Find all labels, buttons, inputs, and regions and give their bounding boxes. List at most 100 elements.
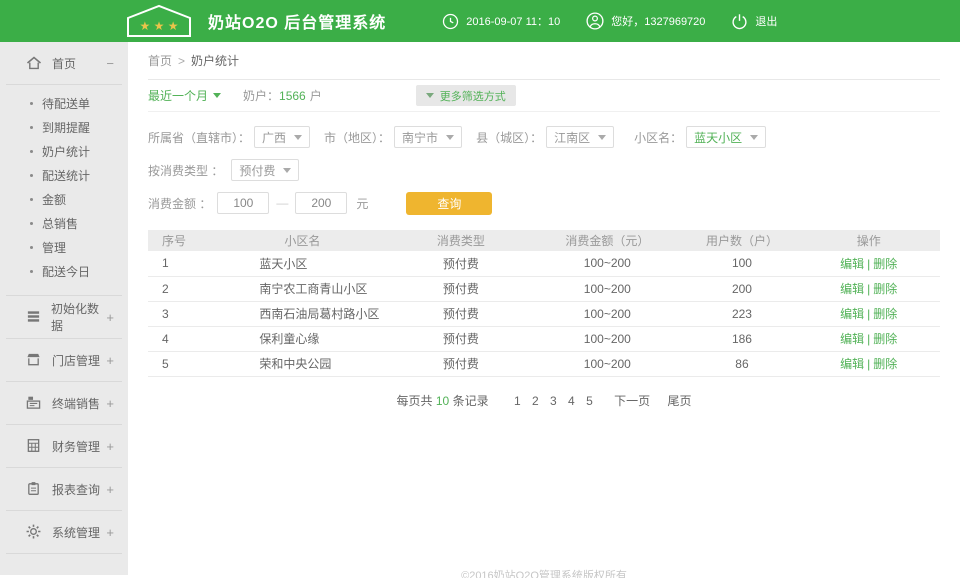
cell-community: 荣和中央公园 <box>211 351 393 376</box>
action-separator: | <box>867 257 870 271</box>
delete-link[interactable]: 删除 <box>873 332 897 346</box>
sidebar-item-label: 管理 <box>42 239 66 256</box>
breadcrumb-home[interactable]: 首页 <box>148 52 172 69</box>
search-button[interactable]: 查询 <box>406 192 492 215</box>
cell-consume-type: 预付费 <box>394 326 529 351</box>
sidebar-item-label: 配送统计 <box>42 167 90 184</box>
brand-logo-icon: ★ ★ ★ <box>124 3 194 39</box>
col-header-amount: 消费金额（元） <box>528 230 686 251</box>
sidebar-item-label: 待配送单 <box>42 95 90 112</box>
expand-toggle-icon[interactable]: + <box>106 396 114 411</box>
delete-link[interactable]: 删除 <box>873 282 897 296</box>
cell-amount: 100~200 <box>528 251 686 276</box>
collapse-toggle-icon[interactable]: − <box>106 56 114 71</box>
expand-toggle-icon[interactable]: + <box>106 525 114 540</box>
delete-link[interactable]: 删除 <box>873 307 897 321</box>
greeting-text: 您好，1327969720 <box>611 13 705 29</box>
action-separator: | <box>867 307 870 321</box>
province-select[interactable]: 广西 <box>254 126 310 148</box>
sidebar-item-management[interactable]: 管理 <box>0 235 128 259</box>
period-dropdown[interactable]: 最近一个月 <box>148 87 221 104</box>
sidebar-item-amount[interactable]: 金额 <box>0 187 128 211</box>
breadcrumb-current: 奶户统计 <box>191 52 239 69</box>
last-page-button[interactable]: 尾页 <box>667 394 691 408</box>
cell-index: 5 <box>148 351 211 376</box>
logout-button[interactable]: 退出 <box>731 13 777 30</box>
clock-icon <box>442 13 459 30</box>
sidebar-group-report-query[interactable]: 报表查询 + <box>0 468 128 510</box>
cell-community: 蓝天小区 <box>211 251 393 276</box>
sidebar-item-milk-user-stats[interactable]: 奶户统计 <box>0 139 128 163</box>
delete-link[interactable]: 删除 <box>873 257 897 271</box>
home-icon <box>26 55 42 71</box>
sidebar-group-system-management[interactable]: 系统管理 + <box>0 511 128 553</box>
sidebar-item-pending-delivery[interactable]: 待配送单 <box>0 91 128 115</box>
bullet-icon <box>30 198 33 201</box>
chevron-down-icon <box>598 135 606 140</box>
next-page-button[interactable]: 下一页 <box>614 394 650 408</box>
stats-toolbar: 最近一个月 奶户： 1566 户 更多筛选方式 <box>148 80 940 112</box>
page-number-2[interactable]: 2 <box>532 394 539 408</box>
bullet-icon <box>30 222 33 225</box>
page-number-3[interactable]: 3 <box>550 394 557 408</box>
col-header-community: 小区名 <box>211 230 393 251</box>
user-icon <box>586 12 604 30</box>
more-filters-button[interactable]: 更多筛选方式 <box>416 85 516 106</box>
sidebar-item-expiry-reminder[interactable]: 到期提醒 <box>0 115 128 139</box>
sidebar-group-init-data[interactable]: 初始化数据 + <box>0 296 128 338</box>
edit-link[interactable]: 编辑 <box>840 332 864 346</box>
more-filters-label: 更多筛选方式 <box>440 88 506 104</box>
community-select[interactable]: 蓝天小区 <box>686 126 766 148</box>
expand-toggle-icon[interactable]: + <box>106 482 114 497</box>
cell-community: 南宁农工商青山小区 <box>211 276 393 301</box>
svg-text:★ ★ ★: ★ ★ ★ <box>140 19 179 33</box>
per-page-suffix: 条记录 <box>453 394 489 408</box>
edit-link[interactable]: 编辑 <box>840 307 864 321</box>
user-greeting: 您好，1327969720 <box>586 12 705 30</box>
delete-link[interactable]: 删除 <box>873 357 897 371</box>
sidebar-item-label: 奶户统计 <box>42 143 90 160</box>
filter-panel: 所属省（直辖市）： 广西 市（地区）： 南宁市 县（城区）： 江南区 小区名： <box>148 112 940 218</box>
page-number-5[interactable]: 5 <box>586 394 593 408</box>
amount-min-input[interactable] <box>217 192 269 214</box>
sidebar-group-terminal-sales[interactable]: 终端销售 + <box>0 382 128 424</box>
edit-link[interactable]: 编辑 <box>840 282 864 296</box>
city-select[interactable]: 南宁市 <box>394 126 462 148</box>
power-icon <box>731 13 748 30</box>
sidebar-group-store-management[interactable]: 门店管理 + <box>0 339 128 381</box>
expand-toggle-icon[interactable]: + <box>106 353 114 368</box>
datetime-text: 2016-09-07 11：10 <box>466 13 560 29</box>
pagination: 每页共 10 条记录 1 2 3 4 5 下一页 尾页 <box>148 392 940 409</box>
logout-label: 退出 <box>755 13 777 29</box>
clipboard-icon <box>26 481 42 497</box>
county-label: 县（城区）： <box>476 129 542 146</box>
app-title: 奶站O2O 后台管理系统 <box>208 9 386 33</box>
sidebar-item-today-delivery[interactable]: 配送今日 <box>0 259 128 283</box>
cell-amount: 100~200 <box>528 351 686 376</box>
copyright-footer: ©2016奶站O2O管理系统版权所有 <box>148 567 940 578</box>
edit-link[interactable]: 编辑 <box>840 257 864 271</box>
table-row: 5 荣和中央公园 预付费 100~200 86 编辑|删除 <box>148 351 940 376</box>
chevron-down-icon <box>294 135 302 140</box>
amount-max-input[interactable] <box>295 192 347 214</box>
action-separator: | <box>867 332 870 346</box>
expand-toggle-icon[interactable]: + <box>106 310 114 325</box>
sidebar-item-label: 金额 <box>42 191 66 208</box>
sidebar-item-total-sales[interactable]: 总销售 <box>0 211 128 235</box>
county-select[interactable]: 江南区 <box>546 126 614 148</box>
expand-toggle-icon[interactable]: + <box>106 439 114 454</box>
storefront-icon <box>26 352 42 368</box>
cell-community: 西南石油局葛村路小区 <box>211 301 393 326</box>
consume-type-label: 按消费类型 ： <box>148 162 223 179</box>
community-label: 小区名： <box>634 129 682 146</box>
sidebar-item-delivery-stats[interactable]: 配送统计 <box>0 163 128 187</box>
consume-type-select[interactable]: 预付费 <box>231 159 299 181</box>
sidebar-group-home[interactable]: 首页 − <box>0 42 128 84</box>
page-number-1[interactable]: 1 <box>514 394 521 408</box>
sidebar-group-finance-management[interactable]: 财务管理 + <box>0 425 128 467</box>
edit-link[interactable]: 编辑 <box>840 357 864 371</box>
cell-index: 3 <box>148 301 211 326</box>
action-separator: | <box>867 357 870 371</box>
page-number-4[interactable]: 4 <box>568 394 575 408</box>
breadcrumb: 首页 > 奶户统计 <box>148 42 940 80</box>
